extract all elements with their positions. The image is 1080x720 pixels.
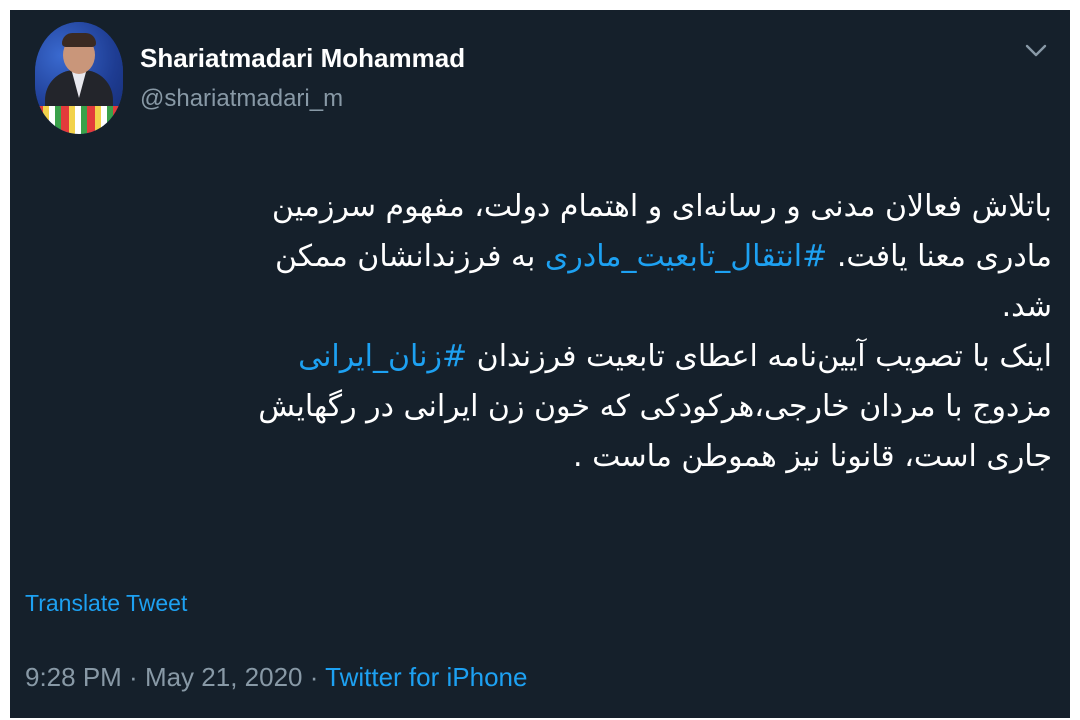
tweet-line: جاری است، قانونا نیز هموطن ماست . bbox=[80, 432, 1052, 482]
avatar-hair bbox=[62, 33, 96, 47]
tweet-text: باتلاش فعالان مدنی و رسانه‌ای و اهتمام د… bbox=[80, 182, 1052, 482]
tweet-date[interactable]: May 21, 2020 bbox=[145, 662, 303, 692]
tweet-text-segment: مادری معنا یافت. bbox=[827, 239, 1052, 274]
tweet-card: Shariatmadari Mohammad @shariatmadari_m … bbox=[10, 10, 1070, 718]
tweet-metadata: 9:28 PM · May 21, 2020 · Twitter for iPh… bbox=[25, 662, 527, 693]
tweet-text-segment: باتلاش فعالان مدنی و رسانه‌ای و اهتمام د… bbox=[271, 189, 1052, 224]
tweet-line: مادری معنا یافت. #انتقال_تابعیت_مادری به… bbox=[80, 232, 1052, 282]
chevron-down-icon[interactable] bbox=[1023, 40, 1049, 60]
translate-tweet-link[interactable]: Translate Tweet bbox=[25, 590, 187, 617]
meta-separator: · bbox=[302, 662, 326, 692]
hashtag-link[interactable]: #زنان_ایرانی bbox=[298, 339, 467, 374]
screenshot-frame: Shariatmadari Mohammad @shariatmadari_m … bbox=[0, 0, 1080, 720]
tweet-line: شد. bbox=[80, 282, 1052, 332]
tweet-time[interactable]: 9:28 PM bbox=[25, 662, 122, 692]
avatar[interactable] bbox=[35, 22, 123, 134]
author-handle[interactable]: @shariatmadari_m bbox=[140, 85, 343, 113]
tweet-line: اینک با تصویب آیین‌نامه اعطای تابعیت فرز… bbox=[80, 332, 1052, 382]
tweet-source[interactable]: Twitter for iPhone bbox=[325, 662, 527, 692]
avatar-flowers bbox=[35, 106, 123, 134]
author-display-name[interactable]: Shariatmadari Mohammad bbox=[140, 43, 465, 74]
tweet-line: مزدوج با مردان خارجی،هرکودکی که خون زن ا… bbox=[80, 382, 1052, 432]
tweet-text-segment: جاری است، قانونا نیز هموطن ماست . bbox=[573, 439, 1052, 474]
tweet-text-segment: مزدوج با مردان خارجی،هرکودکی که خون زن ا… bbox=[258, 389, 1052, 424]
tweet-text-segment: اینک با تصویب آیین‌نامه اعطای تابعیت فرز… bbox=[467, 339, 1052, 374]
tweet-text-segment: شد. bbox=[1001, 289, 1052, 324]
hashtag-link[interactable]: #انتقال_تابعیت_مادری bbox=[545, 239, 827, 274]
tweet-text-segment: به فرزندانشان ممکن bbox=[274, 239, 545, 274]
meta-separator: · bbox=[121, 662, 145, 692]
tweet-line: باتلاش فعالان مدنی و رسانه‌ای و اهتمام د… bbox=[80, 182, 1052, 232]
